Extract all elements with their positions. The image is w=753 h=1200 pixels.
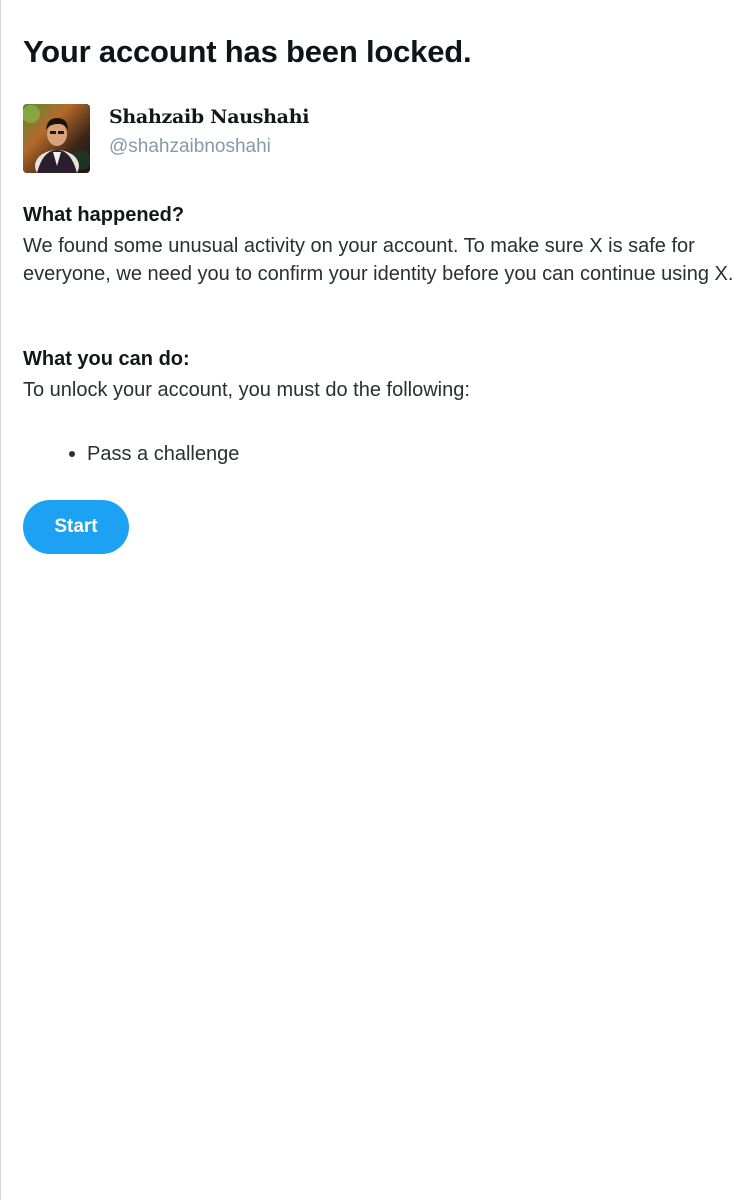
page-title: Your account has been locked.: [23, 34, 472, 69]
profile-handle: @shahzaibnoshahi: [109, 136, 271, 157]
account-profile: Shahzaib Naushahi @shahzaibnoshahi: [23, 104, 423, 174]
what-you-can-do-heading: What you can do:: [23, 348, 190, 370]
profile-name: Shahzaib Naushahi: [109, 106, 310, 128]
avatar-image: [23, 104, 90, 173]
start-button[interactable]: Start: [23, 500, 129, 554]
avatar: [23, 104, 90, 173]
bullet-icon: [69, 451, 75, 457]
requirement-list: Pass a challenge: [23, 440, 239, 468]
what-happened-heading: What happened?: [23, 204, 185, 226]
what-you-can-do-text: To unlock your account, you must do the …: [23, 379, 470, 401]
list-item: Pass a challenge: [23, 440, 239, 468]
what-happened-text: We found some unusual activity on your a…: [23, 235, 734, 285]
list-item-label: Pass a challenge: [87, 443, 240, 465]
